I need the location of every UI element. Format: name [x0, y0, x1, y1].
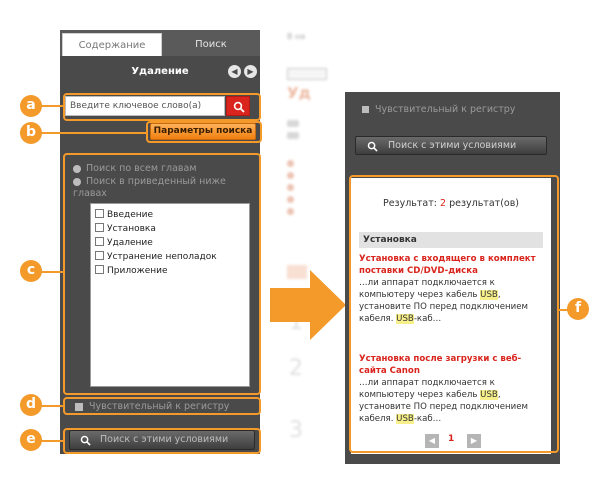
background-step-number: 3	[289, 418, 303, 443]
background-button	[287, 68, 327, 80]
background-heading: Уд	[287, 84, 311, 102]
callout-marker-f: f	[567, 298, 589, 320]
callout-marker-a: a	[20, 95, 42, 117]
callout-frame-e	[63, 428, 261, 454]
checkbox-label: Чувствительный к регистру	[375, 104, 516, 115]
callout-marker-c: c	[20, 260, 42, 282]
background-step-number: 2	[289, 356, 303, 381]
callout-frame-a	[63, 93, 261, 121]
callout-frame-f	[349, 175, 559, 453]
arrow-right-icon	[270, 270, 346, 340]
checkbox-icon	[362, 106, 369, 113]
callout-marker-d: d	[20, 394, 42, 416]
callout-frame-d	[63, 397, 261, 415]
tab-search[interactable]: Поиск	[164, 33, 258, 56]
button-label: Поиск с этими условиями	[388, 140, 517, 151]
nav-tabs: Содержание Поиск	[60, 30, 260, 56]
case-sensitive-checkbox[interactable]: Чувствительный к регистру	[362, 104, 515, 115]
callout-frame-b	[146, 121, 262, 143]
chevron-right-icon: ▶	[247, 67, 254, 76]
tab-contents[interactable]: Содержание	[62, 33, 162, 56]
background-breadcrumb: В на	[287, 32, 306, 41]
callout-marker-b: b	[20, 122, 42, 144]
search-with-conditions-button[interactable]: Поиск с этими условиями	[355, 136, 547, 155]
search-icon	[367, 141, 378, 152]
next-topic-button[interactable]: ▶	[244, 65, 257, 78]
callout-marker-e: e	[20, 429, 42, 451]
previous-topic-button[interactable]: ◀	[228, 65, 241, 78]
callout-frame-c	[63, 153, 261, 395]
chevron-left-icon: ◀	[231, 67, 238, 76]
